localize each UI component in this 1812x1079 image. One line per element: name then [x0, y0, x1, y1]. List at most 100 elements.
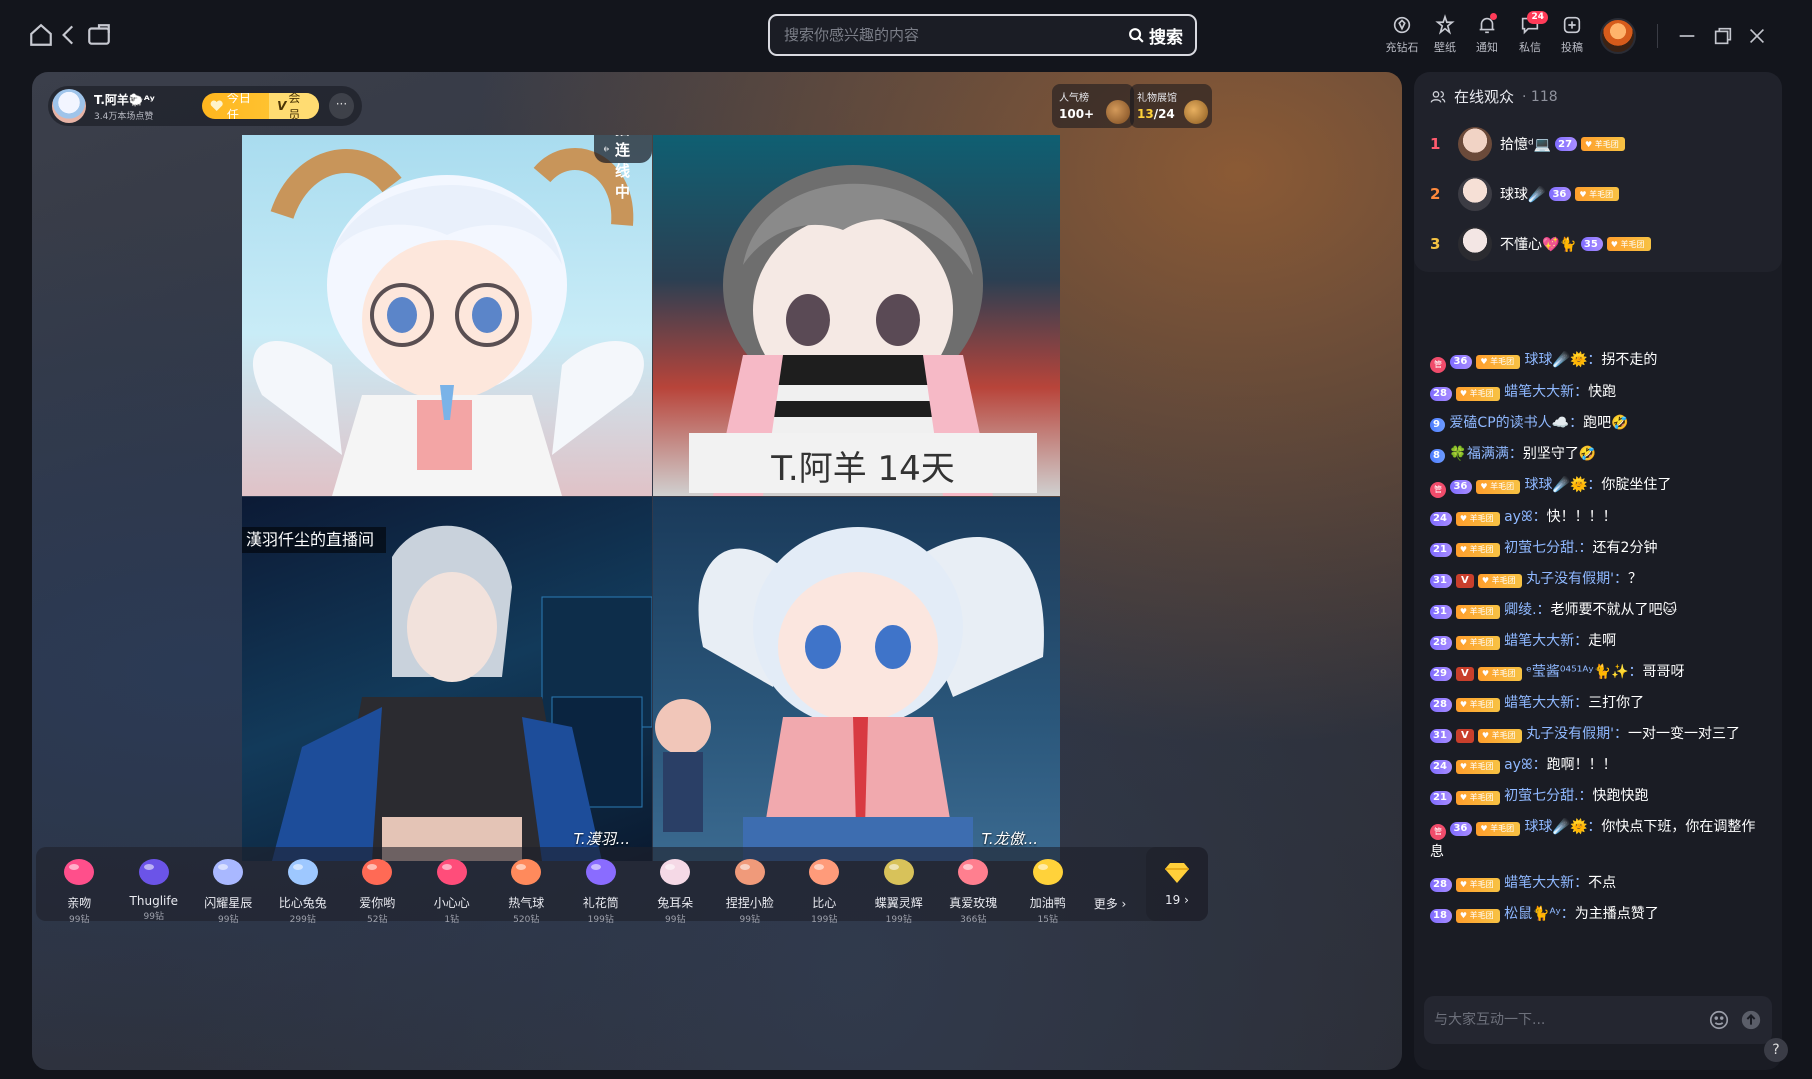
link-status-label: 主播连线中 — [615, 135, 631, 201]
tool-recharge[interactable]: 充钻石 — [1382, 14, 1422, 55]
gift-item[interactable]: 亲吻 99钻 — [42, 848, 117, 925]
chat-nickname[interactable]: ayꕤ — [1504, 757, 1533, 773]
fan-club-button[interactable]: 今日任 V 会员 — [202, 93, 319, 119]
video-tile-3[interactable]: 漢羽仟尘的直播间 T.漠羽... — [242, 497, 652, 861]
home-icon[interactable] — [28, 22, 54, 48]
gift-icon — [362, 859, 393, 885]
chat-nickname[interactable]: 🍀福满满 — [1449, 446, 1508, 462]
chat-nickname[interactable]: 初萤七分甜. — [1504, 788, 1578, 804]
fan-badge: ♥ 羊毛团 — [1455, 791, 1500, 805]
viewer-row[interactable]: 2 球球☄️ 36 ♥ 羊毛团 — [1430, 176, 1770, 212]
multi-link-video[interactable]: 主播连线中 T.阿羊 14天 — [242, 135, 1060, 861]
tool-wallpaper[interactable]: 壁纸 — [1425, 14, 1465, 55]
chat-nickname[interactable]: 丸子没有假期' — [1526, 571, 1614, 587]
chat-nickname[interactable]: 球球☄️🌞 — [1525, 477, 1588, 493]
fan-badge: ♥ 羊毛团 — [1575, 187, 1620, 201]
gift-icon — [287, 859, 318, 885]
chat-nickname[interactable]: ayꕤ — [1504, 509, 1533, 525]
chat-nickname[interactable]: 蜡笔大大新 — [1504, 695, 1574, 711]
gift-item[interactable]: 比心兔兔 299钻 — [266, 848, 341, 925]
gift-bar: 亲吻 99钻 Thuglife 99钻 闪耀星辰 99钻 比心兔兔 299钻 爱你哟 52钻 小心心… — [36, 847, 1208, 925]
viewer-name: 拾憶ᵈ💻 — [1500, 137, 1552, 153]
more-button[interactable]: ··· — [328, 93, 355, 119]
send-icon[interactable] — [1740, 1009, 1762, 1031]
viewer-rank: 2 — [1430, 185, 1441, 203]
chat-nickname[interactable]: 球球☄️🌞 — [1525, 819, 1588, 835]
gift-item[interactable]: 比心 199钻 — [787, 848, 862, 925]
viewers-header[interactable]: 在线观众 · 118 — [1430, 86, 1558, 107]
fan-badge: ♥ 羊毛团 — [1581, 137, 1625, 151]
viewer-level: 27 — [1555, 137, 1578, 151]
chat-input[interactable] — [1434, 1012, 1698, 1028]
popularity-rank[interactable]: 人气榜 100+ — [1052, 84, 1134, 128]
tile-4-name: T.龙傲... — [981, 830, 1038, 848]
task-label: 今日任 — [226, 93, 251, 119]
emoji-icon[interactable] — [1708, 1009, 1730, 1031]
chat-nickname[interactable]: 丸子没有假期' — [1526, 726, 1614, 742]
chat-nickname[interactable]: 蜡笔大大新 — [1504, 875, 1574, 891]
chat-message: 8 🍀福满满：别坚守了🤣 — [1430, 442, 1766, 466]
tool-upload[interactable]: 投稿 — [1552, 14, 1592, 55]
task-tag: 今日任 — [202, 93, 269, 119]
user-level: 28 — [1430, 698, 1452, 712]
back-icon[interactable] — [56, 22, 82, 48]
gift-gallery-value: 13 — [1137, 107, 1154, 121]
gift-item[interactable]: 礼花筒 199钻 — [564, 848, 639, 925]
gift-item[interactable]: 爱你哟 52钻 — [340, 848, 415, 925]
gift-gallery[interactable]: 礼物展馆 13/24 — [1130, 84, 1212, 128]
gift-item[interactable]: 小心心 1钻 — [415, 848, 490, 925]
fan-badge: ♥ 羊毛团 — [1476, 822, 1521, 836]
gift-item[interactable]: 加油鸭 15钻 — [1011, 848, 1086, 925]
video-tile-4[interactable]: T.龙傲... — [653, 497, 1060, 861]
chat-nickname[interactable]: 初萤七分甜. — [1504, 540, 1578, 556]
gift-item[interactable]: Thuglife 99钻 — [117, 848, 192, 922]
vip-icon: V — [1455, 729, 1474, 743]
restore-icon[interactable] — [1712, 25, 1734, 47]
chat-nickname[interactable]: 松鼠🐈ᴬʸ — [1504, 906, 1561, 922]
message-badge: 24 — [1527, 11, 1548, 24]
gift-icon-shape — [660, 859, 691, 885]
anchor-name[interactable]: T.阿羊🐑ᴬʸ — [94, 91, 198, 108]
gift-more-button[interactable]: 更多 › — [1085, 857, 1135, 912]
gift-icon-shape — [809, 859, 840, 885]
chat-message: 9 爱磕CP的读书人☁️：跑吧🤣 — [1430, 411, 1766, 435]
tool-notify[interactable]: 通知 — [1467, 13, 1507, 55]
chat-list[interactable]: 管 36 ♥ 羊毛团 球球☄️🌞：拐不走的 28 ♥ 羊毛团 蜡笔大大新：快跑 9 爱磕… — [1414, 246, 1782, 986]
link-status-tag: 主播连线中 — [594, 135, 652, 201]
chat-message: 28 ♥ 羊毛团 蜡笔大大新：三打你了 — [1430, 691, 1766, 715]
audio-wave-icon — [604, 146, 610, 152]
chat-nickname[interactable]: ᵉ莹酱⁰⁴⁵¹ᴬʸ🐈✨ — [1526, 664, 1628, 680]
search-button[interactable]: 搜索 — [1128, 23, 1195, 48]
close-icon[interactable] — [1746, 25, 1768, 47]
chat-nickname[interactable]: 蜡笔大大新 — [1504, 384, 1574, 400]
viewer-rank: 1 — [1430, 135, 1441, 153]
anchor-avatar[interactable] — [52, 89, 86, 123]
gift-item[interactable]: 热气球 520钻 — [489, 848, 564, 925]
chat-nickname[interactable]: 爱磕CP的读书人☁️ — [1449, 415, 1569, 431]
chat-message: 28 ♥ 羊毛团 蜡笔大大新：不点 — [1430, 871, 1766, 895]
video-tile-2[interactable]: T.阿羊 14天 — [653, 135, 1060, 496]
gift-name: 蝶翼灵辉 — [874, 896, 923, 910]
chat-nickname[interactable]: 卿绫. — [1504, 602, 1536, 618]
chat-nickname[interactable]: 球球☄️🌞 — [1525, 352, 1588, 368]
viewer-row[interactable]: 3 不懂心💖🐈 35 ♥ 羊毛团 — [1430, 226, 1770, 262]
video-tile-1[interactable]: 主播连线中 — [242, 135, 652, 496]
user-avatar[interactable] — [1600, 18, 1636, 54]
help-icon[interactable]: ? — [1764, 1038, 1788, 1062]
gift-item[interactable]: 闪耀星辰 99钻 — [191, 848, 266, 925]
gift-item[interactable]: 蝶翼灵辉 199钻 — [862, 848, 937, 925]
tool-message[interactable]: 24 私信 — [1510, 11, 1550, 55]
chat-colon: ： — [1574, 384, 1589, 400]
pip-icon[interactable] — [86, 22, 112, 48]
search-input[interactable] — [770, 16, 1128, 54]
chat-nickname[interactable]: 蜡笔大大新 — [1504, 633, 1574, 649]
diamond-balance-button[interactable]: 19 › — [1146, 847, 1208, 921]
chat-text: 为主播点赞了 — [1574, 906, 1659, 922]
minimize-icon[interactable] — [1676, 25, 1698, 47]
gift-item[interactable]: 真爱玫瑰 366钻 — [936, 848, 1011, 925]
viewer-row[interactable]: 1 拾憶ᵈ💻 27 ♥ 羊毛团 — [1430, 126, 1770, 162]
user-level: 28 — [1430, 636, 1452, 650]
gift-item[interactable]: 捏捏小脸 99钻 — [713, 848, 788, 925]
gift-item[interactable]: 兔耳朵 99钻 — [638, 848, 713, 925]
chat-colon: ： — [1613, 726, 1628, 742]
